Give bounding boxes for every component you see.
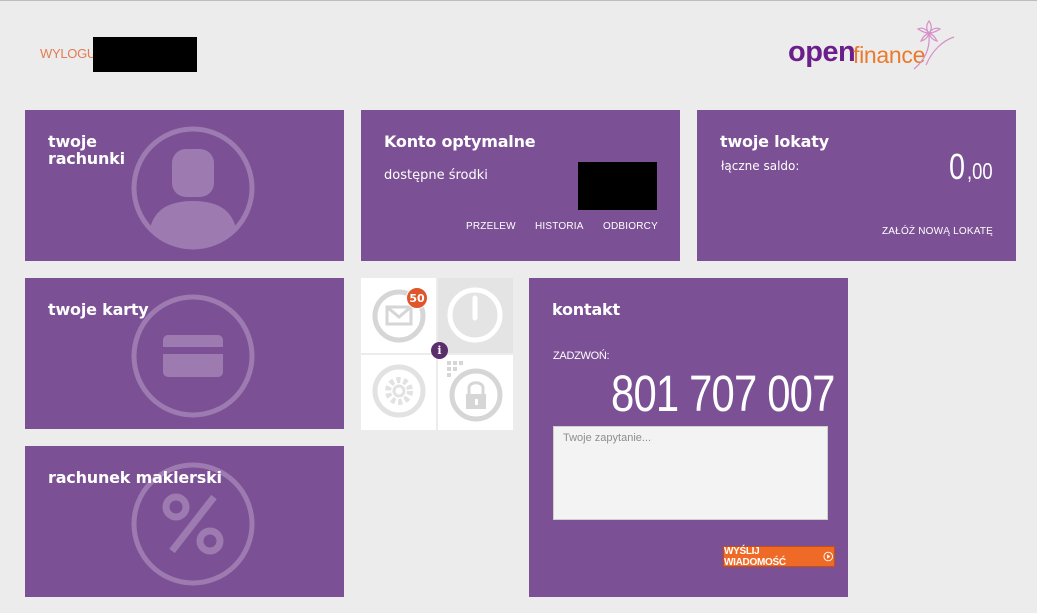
query-textarea[interactable] — [553, 426, 828, 520]
tile-brokerage[interactable]: rachunek maklerski — [25, 446, 344, 597]
total-balance-value: 0,00 — [949, 146, 993, 187]
logo-text-open: open — [788, 36, 856, 68]
tile-deposits[interactable]: twoje lokaty łączne saldo: 0,00 ZAŁÓŻ NO… — [697, 110, 1016, 261]
send-message-button[interactable]: WYŚLIJ WIADOMOŚĆ — [723, 545, 835, 568]
history-link[interactable]: HISTORIA — [535, 221, 584, 232]
open-finance-logo[interactable]: open finance — [786, 15, 956, 73]
transfer-link[interactable]: PRZELEW — [466, 221, 516, 232]
send-message-label: WYŚLIJ WIADOMOŚĆ — [724, 545, 786, 568]
security-tile[interactable] — [438, 355, 513, 430]
logout-power-tile[interactable] — [438, 278, 513, 353]
messages-count-badge: 50 — [406, 287, 428, 309]
call-label: ZADZWOŃ: — [553, 350, 610, 362]
tile-contact-title: kontakt — [552, 300, 620, 319]
phone-number: 801 707 007 — [611, 365, 835, 422]
recipients-link[interactable]: ODBIORCY — [603, 221, 658, 232]
person-icon — [131, 126, 255, 250]
gear-icon — [372, 364, 426, 418]
tile-cards[interactable]: twoje karty — [25, 278, 344, 429]
tile-contact: kontakt ZADZWOŃ: 801 707 007 WYŚLIJ WIAD… — [529, 278, 848, 597]
tile-accounts-title: twoje rachunki — [48, 132, 125, 168]
power-icon — [447, 287, 503, 343]
total-balance-label: łączne saldo: — [721, 159, 800, 173]
tile-cards-title: twoje karty — [48, 300, 149, 319]
tile-optimal-account[interactable]: Konto optymalne dostępne środki PRZELEW … — [361, 110, 680, 261]
tile-brokerage-title: rachunek maklerski — [48, 468, 222, 487]
available-funds-label: dostępne środki — [384, 168, 488, 183]
flower-logo-icon — [913, 19, 955, 70]
lock-icon — [447, 361, 503, 422]
info-icon[interactable]: i — [431, 342, 448, 359]
settings-tile[interactable] — [361, 355, 436, 430]
tile-accounts[interactable]: twoje rachunki — [25, 110, 344, 261]
user-name-redacted — [93, 37, 197, 72]
new-deposit-link[interactable]: ZAŁÓŻ NOWĄ LOKATĘ — [882, 226, 993, 237]
play-circle-icon — [823, 551, 834, 562]
available-funds-redacted — [578, 162, 657, 210]
tile-optimal-title: Konto optymalne — [384, 132, 536, 151]
tile-deposits-title: twoje lokaty — [720, 132, 829, 151]
